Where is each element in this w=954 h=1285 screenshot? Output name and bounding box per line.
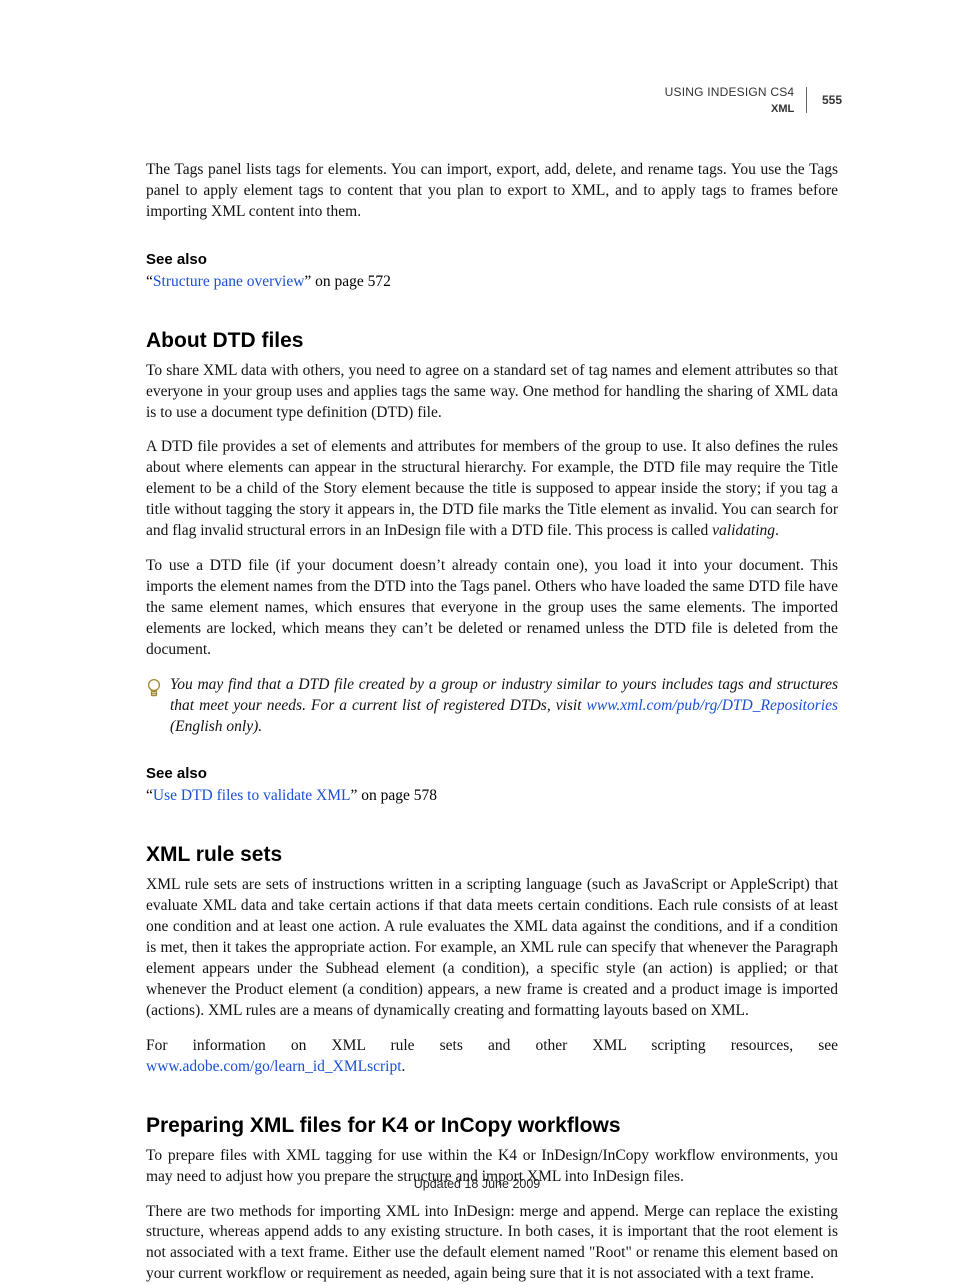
link-use-dtd-validate-xml[interactable]: Use DTD files to validate XML bbox=[153, 787, 351, 804]
about-dtd-p2: A DTD file provides a set of elements an… bbox=[146, 437, 838, 542]
xml-rule-sets-p2: For information on XML rule sets and oth… bbox=[146, 1036, 838, 1078]
heading-about-dtd-files: About DTD files bbox=[146, 329, 838, 353]
xml-rule-sets-p1: XML rule sets are sets of instructions w… bbox=[146, 875, 838, 1021]
link-learn-id-xmlscript[interactable]: www.adobe.com/go/learn_id_XMLscript bbox=[146, 1058, 402, 1075]
page-content: The Tags panel lists tags for elements. … bbox=[146, 160, 838, 1285]
header-divider bbox=[806, 87, 807, 113]
intro-paragraph: The Tags panel lists tags for elements. … bbox=[146, 160, 838, 223]
page: USING INDESIGN CS4 XML 555 The Tags pane… bbox=[0, 0, 954, 1235]
page-number: 555 bbox=[822, 93, 842, 107]
preparing-p2: There are two methods for importing XML … bbox=[146, 1202, 838, 1285]
footer-updated: Updated 18 June 2009 bbox=[0, 1177, 954, 1191]
about-dtd-p1: To share XML data with others, you need … bbox=[146, 361, 838, 424]
tip-note: You may find that a DTD file created by … bbox=[146, 675, 838, 738]
see-also-heading: See also bbox=[146, 251, 838, 268]
link-structure-pane-overview[interactable]: Structure pane overview bbox=[153, 273, 305, 290]
xref-structure-pane: “Structure pane overview” on page 572 bbox=[146, 272, 838, 293]
heading-xml-rule-sets: XML rule sets bbox=[146, 843, 838, 867]
section-name: XML bbox=[771, 103, 794, 115]
about-dtd-p3: To use a DTD file (if your document does… bbox=[146, 556, 838, 661]
running-header: USING INDESIGN CS4 XML 555 bbox=[665, 84, 842, 117]
tip-text: You may find that a DTD file created by … bbox=[170, 675, 838, 738]
lightbulb-icon bbox=[146, 678, 164, 700]
xref-dtd-validate: “Use DTD files to validate XML” on page … bbox=[146, 786, 838, 807]
see-also-heading-2: See also bbox=[146, 765, 838, 782]
link-dtd-repositories[interactable]: www.xml.com/pub/rg/DTD_Repositories bbox=[587, 697, 838, 714]
doc-title: USING INDESIGN CS4 bbox=[665, 85, 795, 99]
heading-preparing-xml-k4-incopy: Preparing XML files for K4 or InCopy wor… bbox=[146, 1114, 838, 1138]
